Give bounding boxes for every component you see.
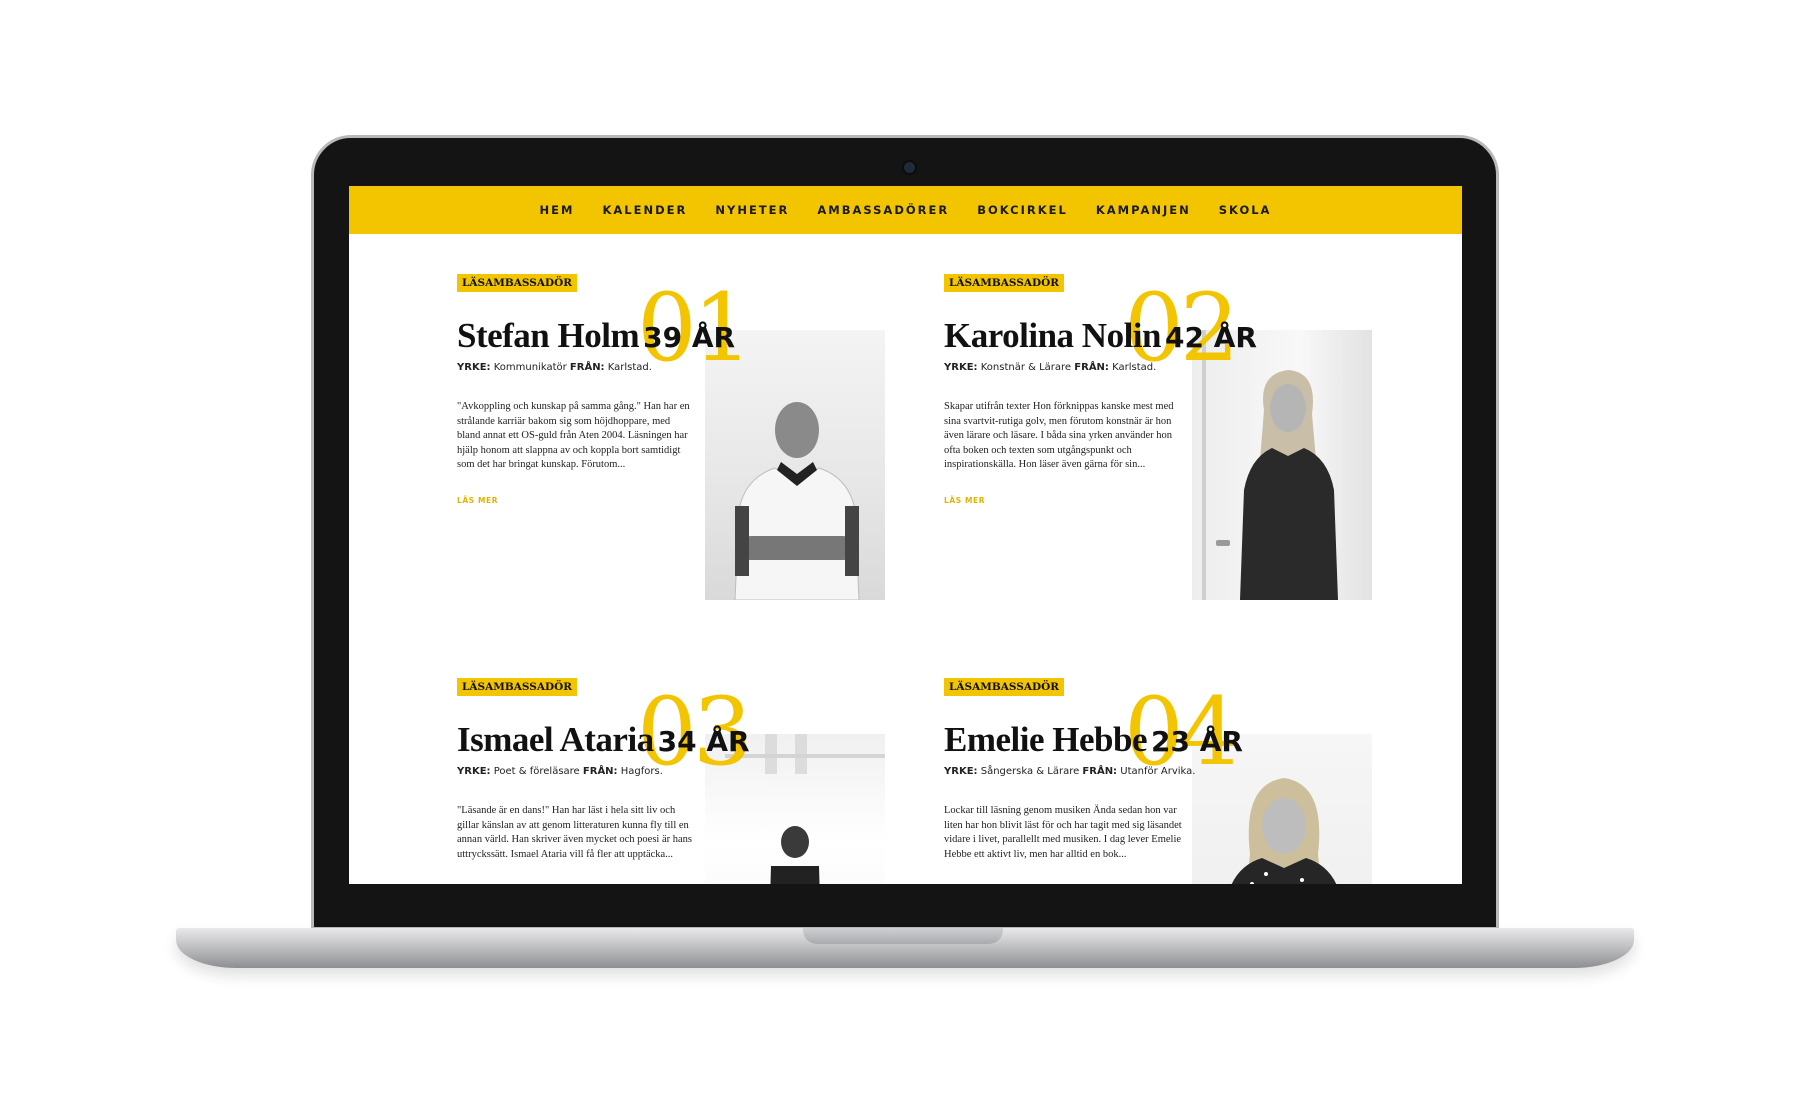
ambassador-age: 23 ÅR — [1151, 725, 1243, 758]
ambassador-description: "Avkoppling och kunskap på samma gång." … — [457, 401, 690, 470]
ambassador-meta: YRKE: Konstnär & Lärare FRÅN: Karlstad. — [944, 362, 1157, 373]
role-badge: LÄSAMBASSADÖR — [944, 274, 1064, 292]
ambassador-description: Lockar till läsning genom musiken Ända s… — [944, 805, 1182, 860]
read-more-link[interactable]: LÄS MER — [457, 496, 498, 505]
ambassador-description: Skapar utifrån texter Hon förknippas kan… — [944, 401, 1174, 470]
ambassador-age: 39 ÅR — [643, 321, 736, 354]
ambassador-name: Stefan Holm 39 ÅR — [457, 316, 736, 355]
ambassador-age: 34 ÅR — [657, 725, 750, 758]
nav-item-ambassadorer[interactable]: AMBASSADÖRER — [817, 203, 949, 217]
ambassador-card: LÄSAMBASSADÖR 03 Ismael Ataria 34 ÅR YRKE… — [457, 678, 887, 884]
read-more-link[interactable]: LÄS MER — [944, 496, 985, 505]
nav-item-bokcirkel[interactable]: BOKCIRKEL — [977, 203, 1068, 217]
webcam-icon — [902, 160, 917, 175]
nav-item-kalender[interactable]: KALENDER — [602, 203, 687, 217]
ambassador-card: LÄSAMBASSADÖR 01 Stefan Holm 39 ÅR YRKE: … — [457, 274, 887, 600]
ambassador-name: Emelie Hebbe 23 ÅR — [944, 720, 1243, 759]
browser-screen: HEM KALENDER NYHETER AMBASSADÖRER BOKCIR… — [349, 186, 1462, 884]
nav-item-kampanjen[interactable]: KAMPANJEN — [1096, 203, 1191, 217]
ambassador-meta: YRKE: Poet & föreläsare FRÅN: Hagfors. — [457, 766, 663, 777]
ambassador-age: 42 ÅR — [1164, 321, 1257, 354]
ambassador-meta: YRKE: Kommunikatör FRÅN: Karlstad. — [457, 362, 652, 373]
laptop-notch — [803, 928, 1003, 944]
ambassador-name: Ismael Ataria 34 ÅR — [457, 720, 750, 759]
role-badge: LÄSAMBASSADÖR — [457, 274, 577, 292]
ambassador-meta: YRKE: Sångerska & Lärare FRÅN: Utanför A… — [944, 766, 1196, 777]
ambassador-card: LÄSAMBASSADÖR 02 Karolina Nolin 42 ÅR YRK… — [944, 274, 1374, 600]
nav-item-skola[interactable]: SKOLA — [1219, 203, 1272, 217]
role-badge: LÄSAMBASSADÖR — [944, 678, 1064, 696]
nav-item-hem[interactable]: HEM — [540, 203, 575, 217]
nav-item-nyheter[interactable]: NYHETER — [715, 203, 789, 217]
ambassador-card: LÄSAMBASSADÖR 04 Emelie Hebbe 23 ÅR YRKE:… — [944, 678, 1374, 884]
role-badge: LÄSAMBASSADÖR — [457, 678, 577, 696]
ambassador-description: "Läsande är en dans!" Han har läst i hel… — [457, 805, 692, 860]
ambassador-name: Karolina Nolin 42 ÅR — [944, 316, 1257, 355]
main-navigation: HEM KALENDER NYHETER AMBASSADÖRER BOKCIR… — [349, 186, 1462, 234]
